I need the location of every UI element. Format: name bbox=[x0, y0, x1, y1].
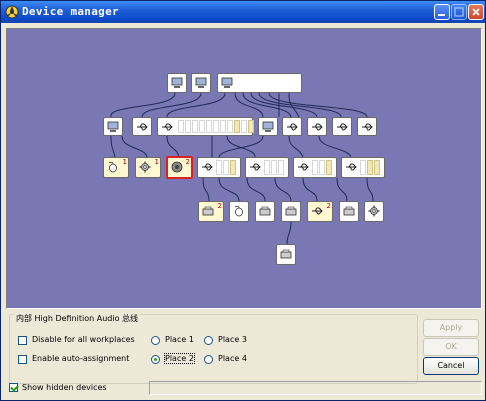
place-1-radio[interactable] bbox=[151, 336, 160, 345]
usb-node[interactable]: 2 bbox=[307, 201, 333, 222]
title-bar[interactable]: Device manager bbox=[1, 1, 485, 23]
hub-node[interactable] bbox=[217, 73, 302, 93]
port-slots bbox=[264, 160, 284, 175]
usb-icon bbox=[337, 123, 348, 131]
scanner-node[interactable] bbox=[255, 201, 275, 222]
close-icon bbox=[472, 8, 480, 16]
usb-node[interactable] bbox=[132, 117, 152, 136]
device-badge: 1 bbox=[154, 158, 159, 166]
place-4-label: Place 4 bbox=[218, 354, 247, 363]
show-hidden-checkbox[interactable] bbox=[9, 383, 18, 392]
scanner-icon bbox=[202, 206, 214, 216]
usb-icon bbox=[362, 123, 373, 131]
usb-hub-node[interactable] bbox=[197, 157, 241, 178]
audio-device-node-selected[interactable]: 2 bbox=[166, 156, 193, 179]
place-4-radio[interactable] bbox=[204, 355, 213, 364]
disable-all-label: Disable for all workplaces bbox=[32, 335, 135, 344]
computer-node[interactable] bbox=[191, 73, 211, 93]
close-button[interactable] bbox=[468, 4, 484, 20]
scanner-node[interactable]: 2 bbox=[198, 201, 224, 222]
device-badge: 1 bbox=[122, 158, 127, 166]
minimize-button[interactable] bbox=[434, 4, 450, 20]
mouse-icon bbox=[108, 161, 117, 173]
port-slots bbox=[312, 160, 332, 175]
device-badge: 2 bbox=[185, 158, 190, 166]
app-icon bbox=[5, 5, 19, 19]
usb-hub-node[interactable] bbox=[157, 117, 254, 136]
usb-icon bbox=[250, 163, 261, 171]
device-badge: 2 bbox=[326, 202, 331, 210]
usb-icon bbox=[298, 163, 309, 171]
disable-all-checkbox[interactable] bbox=[18, 336, 27, 345]
window-title: Device manager bbox=[22, 5, 119, 18]
scanner-node[interactable] bbox=[276, 244, 296, 265]
device-tree-canvas[interactable]: 1 1 2 2 2 bbox=[6, 28, 482, 309]
usb-hub-node[interactable] bbox=[293, 157, 337, 178]
cancel-button[interactable]: Cancel bbox=[423, 357, 479, 375]
scanner-icon bbox=[280, 249, 292, 259]
gear-icon bbox=[139, 161, 151, 173]
mouse-node[interactable] bbox=[229, 201, 249, 222]
usb-node[interactable] bbox=[357, 117, 377, 136]
group-title: 内部 High Definition Audio 总线 bbox=[14, 313, 141, 324]
auto-assign-label: Enable auto-assignment bbox=[32, 354, 130, 363]
device-settings-group: 内部 High Definition Audio 总线 Disable for … bbox=[9, 313, 418, 384]
computer-node[interactable] bbox=[167, 73, 187, 93]
usb-icon bbox=[287, 123, 298, 131]
scanner-node[interactable] bbox=[281, 201, 301, 222]
computer-node[interactable] bbox=[258, 117, 278, 136]
usb-icon bbox=[346, 163, 357, 171]
gear-node[interactable] bbox=[364, 201, 384, 222]
place-3-radio[interactable] bbox=[204, 336, 213, 345]
auto-assign-checkbox[interactable] bbox=[18, 355, 27, 364]
place-3-label: Place 3 bbox=[218, 335, 247, 344]
port-slots bbox=[216, 160, 236, 175]
usb-node[interactable] bbox=[307, 117, 327, 136]
computer-icon bbox=[262, 121, 274, 132]
computer-icon bbox=[171, 77, 183, 88]
device-badge: 2 bbox=[217, 202, 222, 210]
mouse-node[interactable]: 1 bbox=[103, 157, 129, 178]
usb-hub-node[interactable] bbox=[245, 157, 289, 178]
gear-icon bbox=[368, 205, 380, 217]
usb-node[interactable] bbox=[282, 117, 302, 136]
usb-icon bbox=[312, 123, 323, 131]
status-field bbox=[149, 381, 482, 395]
port-slots bbox=[360, 160, 380, 175]
show-hidden-label: Show hidden devices bbox=[22, 383, 107, 392]
connection-lines bbox=[110, 92, 374, 245]
usb-icon bbox=[312, 207, 323, 215]
device-manager-window: Device manager 1 1 2 2 2 内部 High Definit… bbox=[0, 0, 486, 401]
gear-node[interactable]: 1 bbox=[135, 157, 161, 178]
apply-button[interactable]: Apply bbox=[423, 319, 479, 337]
minimize-icon bbox=[438, 14, 445, 16]
maximize-button[interactable] bbox=[451, 4, 467, 20]
computer-node[interactable] bbox=[103, 117, 123, 136]
usb-icon bbox=[137, 123, 148, 131]
usb-hub-node[interactable] bbox=[341, 157, 385, 178]
scanner-node[interactable] bbox=[339, 201, 359, 222]
place-1-label: Place 1 bbox=[165, 335, 194, 344]
computer-icon bbox=[107, 121, 119, 132]
usb-icon bbox=[202, 163, 213, 171]
port-slots bbox=[178, 120, 254, 133]
scanner-icon bbox=[285, 206, 297, 216]
maximize-icon bbox=[454, 7, 464, 17]
speaker-icon bbox=[171, 161, 183, 173]
ok-button[interactable]: OK bbox=[423, 338, 479, 356]
scanner-icon bbox=[259, 206, 271, 216]
computer-icon bbox=[221, 77, 233, 88]
mouse-icon bbox=[234, 205, 243, 217]
scanner-icon bbox=[343, 206, 355, 216]
place-2-radio[interactable] bbox=[151, 355, 160, 364]
computer-icon bbox=[195, 77, 207, 88]
place-2-label: Place 2 bbox=[164, 353, 195, 364]
usb-node[interactable] bbox=[332, 117, 352, 136]
usb-icon bbox=[162, 123, 173, 131]
